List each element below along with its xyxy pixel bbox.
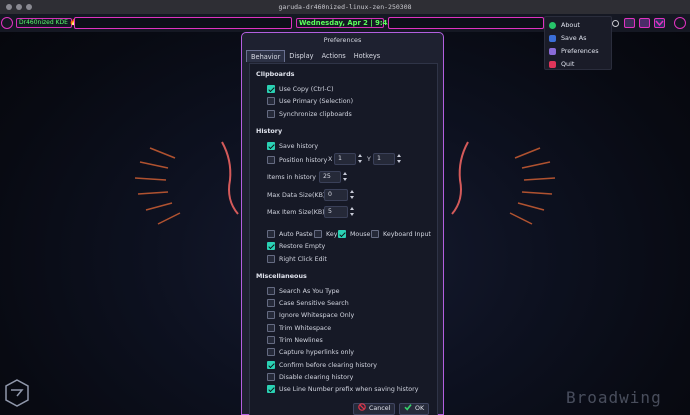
max-data-size-label: Max Data Size(KB) [267,192,326,199]
garuda-logo-icon [5,379,29,407]
right-click-edit-checkbox[interactable] [267,255,275,263]
ok-button[interactable]: OK [399,403,430,415]
behavior-page: Clipboards Use Copy (Ctrl-C) Use Primary… [249,63,438,415]
max-item-size-label: Max Item Size(KB) [267,209,325,216]
synchronize-option[interactable]: Synchronize clipboards [267,110,352,118]
preferences-icon [549,47,556,55]
search-as-you-type-checkbox[interactable] [267,287,275,295]
tab-display[interactable]: Display [285,50,317,62]
misc-heading: Miscellaneous [256,272,307,280]
use-primary-option[interactable]: Use Primary (Selection) [267,97,353,105]
right-click-edit-option[interactable]: Right Click Edit [267,255,327,263]
ignore-whitespace-checkbox[interactable] [267,311,275,319]
key-option[interactable]: Key [314,230,337,238]
trim-whitespace-checkbox[interactable] [267,324,275,332]
confirm-clear-checkbox[interactable] [267,361,275,369]
position-x-field[interactable]: 1 [334,153,356,165]
save-history-option[interactable]: Save history [267,142,318,150]
keyboard-input-option[interactable]: Keyboard Input [371,230,431,238]
wallpaper-brand: Broadwing [566,388,662,407]
position-y-stepper[interactable] [397,153,403,165]
case-sensitive-search-checkbox[interactable] [267,299,275,307]
line-number-prefix-option[interactable]: Use Line Number prefix when saving histo… [267,385,418,393]
dialog-title: Preferences [323,36,362,44]
key-checkbox[interactable] [314,230,322,238]
trim-whitespace-option[interactable]: Trim Whitespace [267,324,331,332]
position-history-option[interactable]: Position history [267,156,327,164]
info-icon [549,21,556,29]
items-in-history-field[interactable]: 25 [319,171,341,183]
auto-paste-option[interactable]: Auto Paste [267,230,313,238]
position-history-checkbox[interactable] [267,156,275,164]
max-item-size-stepper[interactable] [350,206,356,218]
items-in-history-stepper[interactable] [343,171,349,183]
confirm-clear-option[interactable]: Confirm before clearing history [267,361,377,369]
clipboards-heading: Clipboards [256,70,295,78]
cancel-button[interactable]: Cancel [353,403,396,415]
save-icon [549,34,556,42]
disable-clearing-checkbox[interactable] [267,373,275,381]
save-history-checkbox[interactable] [267,142,275,150]
search-as-you-type-option[interactable]: Search As You Type [267,287,340,295]
checkmark-icon [404,403,412,415]
tab-hotkeys[interactable]: Hotkeys [350,50,385,62]
case-sensitive-search-option[interactable]: Case Sensitive Search [267,299,349,307]
mouse-checkbox[interactable] [338,230,346,238]
menu-item-save-as[interactable]: Save As [549,33,611,43]
ignore-whitespace-option[interactable]: Ignore Whitespace Only [267,311,354,319]
mouse-option[interactable]: Mouse [338,230,370,238]
use-copy-checkbox[interactable] [267,85,275,93]
menu-item-preferences[interactable]: Preferences [549,46,611,56]
synchronize-checkbox[interactable] [267,110,275,118]
menu-item-about[interactable]: About [549,20,611,30]
position-x-label: X [328,156,333,163]
line-number-prefix-checkbox[interactable] [267,385,275,393]
menu-item-quit[interactable]: Quit [549,59,611,69]
disable-clearing-option[interactable]: Disable clearing history [267,373,353,381]
position-x-stepper[interactable] [358,153,364,165]
use-primary-checkbox[interactable] [267,97,275,105]
items-in-history-label: Items in history [267,174,317,181]
trim-newlines-option[interactable]: Trim Newlines [267,336,323,344]
max-data-size-field[interactable]: 0 [324,189,348,201]
preferences-dialog: Preferences Behavior Display Actions Hot… [241,32,444,415]
use-copy-option[interactable]: Use Copy (Ctrl-C) [267,85,334,93]
tab-bar: Behavior Display Actions Hotkeys [246,50,384,62]
trim-newlines-checkbox[interactable] [267,336,275,344]
capture-hyperlinks-option[interactable]: Capture hyperlinks only [267,348,354,356]
max-item-size-field[interactable]: 5 [324,206,348,218]
restore-empty-checkbox[interactable] [267,242,275,250]
max-data-size-stepper[interactable] [350,189,356,201]
quit-icon [549,60,556,68]
position-y-label: Y [367,156,371,163]
restore-empty-option[interactable]: Restore Empty [267,242,325,250]
tab-actions[interactable]: Actions [318,50,350,62]
context-menu: About Save As Preferences Quit [544,16,612,70]
keyboard-input-checkbox[interactable] [371,230,379,238]
auto-paste-checkbox[interactable] [267,230,275,238]
tab-behavior[interactable]: Behavior [246,50,286,62]
position-y-field[interactable]: 1 [373,153,395,165]
cancel-icon [358,403,366,415]
capture-hyperlinks-checkbox[interactable] [267,348,275,356]
history-heading: History [256,127,283,135]
